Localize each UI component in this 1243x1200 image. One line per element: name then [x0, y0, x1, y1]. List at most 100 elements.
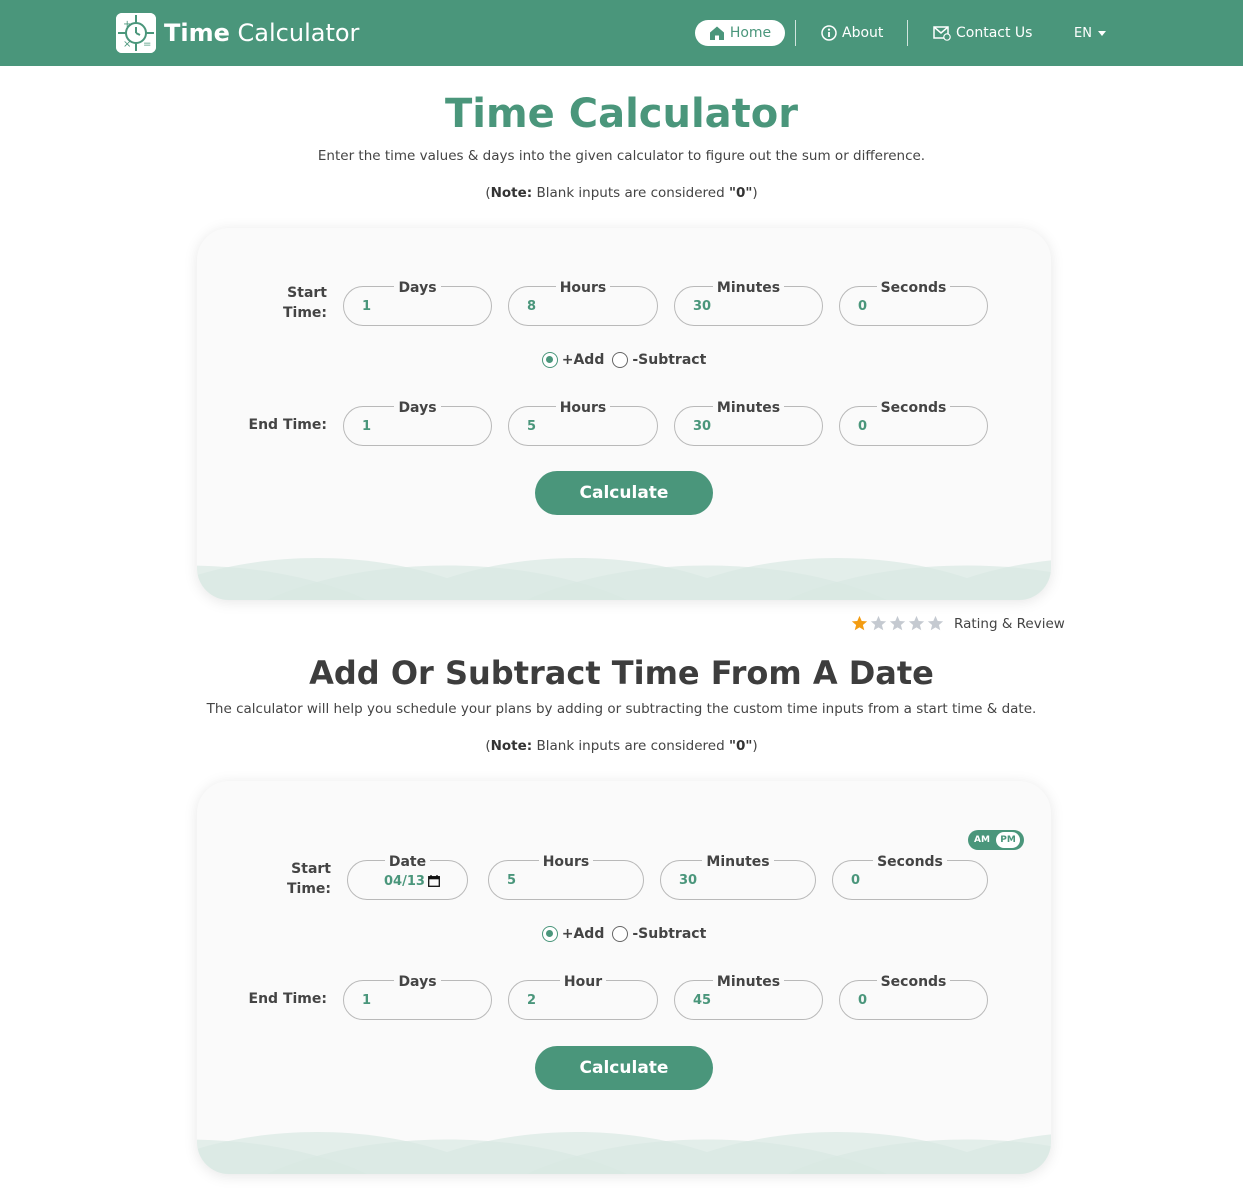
- end-days-input[interactable]: [344, 407, 491, 445]
- caret-down-icon: [1097, 30, 1106, 36]
- start-time-label-line1: Start: [291, 861, 331, 877]
- end-seconds-input[interactable]: [840, 407, 987, 445]
- add-radio[interactable]: +Add: [541, 352, 604, 368]
- decorative-waves: [197, 1132, 1051, 1174]
- home-icon: [709, 26, 724, 40]
- start-hours-input[interactable]: [509, 287, 657, 325]
- calendar-icon[interactable]: [427, 875, 440, 887]
- note-value: "0": [728, 738, 753, 754]
- start-seconds-input[interactable]: [833, 861, 987, 899]
- start-date-value: 04/13: [384, 873, 425, 889]
- radio-checked-icon: [541, 926, 558, 942]
- top-navbar: + × = Time Calculator Home About Contact…: [0, 0, 1243, 66]
- nav-divider: [795, 20, 796, 46]
- end-hours-input[interactable]: [509, 407, 657, 445]
- blank-inputs-note: (Note: Blank inputs are considered "0"): [485, 185, 758, 201]
- add-radio[interactable]: +Add: [541, 926, 605, 942]
- start-time-label-line2: Time:: [282, 305, 327, 321]
- end-hour-input[interactable]: [509, 981, 657, 1019]
- nav-home-label: Home: [729, 25, 772, 41]
- start-date-field[interactable]: Date 04/13: [347, 854, 468, 901]
- star-empty-icon[interactable]: [870, 615, 887, 632]
- star-empty-icon[interactable]: [889, 615, 906, 632]
- note-text: Blank inputs are considered: [536, 738, 725, 754]
- decorative-waves: [197, 558, 1051, 600]
- end-seconds-field[interactable]: Seconds: [839, 400, 988, 446]
- start-hours-input[interactable]: [489, 861, 643, 899]
- section-title: Add Or Subtract Time From A Date: [309, 654, 934, 692]
- start-hours-field[interactable]: Hours: [488, 854, 644, 900]
- brand-name-bold: Time: [164, 19, 230, 47]
- end-hour-field[interactable]: Hour: [508, 974, 658, 1020]
- brand[interactable]: + × = Time Calculator: [116, 13, 359, 53]
- mail-icon: [933, 26, 951, 41]
- nav-about-label: About: [842, 25, 884, 41]
- note-value: "0": [728, 185, 753, 201]
- subtract-radio[interactable]: -Subtract: [612, 352, 706, 368]
- rating-review-link[interactable]: Rating & Review: [954, 616, 1065, 632]
- radio-unchecked-icon: [612, 352, 629, 368]
- end-seconds-field[interactable]: Seconds: [839, 974, 988, 1020]
- date-time-calculator-card: AM PM Start Time: Date 04/13 Hours Minut…: [197, 781, 1051, 1174]
- nav-contact-label: Contact Us: [956, 25, 1033, 41]
- end-minutes-field[interactable]: Minutes: [674, 400, 823, 446]
- operation-radio-group: +Add -Subtract: [197, 926, 1051, 942]
- calculator-clock-logo-icon: + × =: [116, 13, 156, 53]
- radio-checked-icon: [541, 352, 558, 368]
- start-time-label-line2: Time:: [286, 881, 331, 897]
- nav-contact-link[interactable]: Contact Us: [933, 20, 1032, 46]
- start-date-input[interactable]: 04/13: [384, 861, 440, 901]
- star-filled-icon[interactable]: [851, 615, 868, 632]
- am-option[interactable]: AM: [970, 835, 994, 845]
- start-time-label-line1: Start: [287, 285, 327, 301]
- info-icon: [821, 25, 837, 41]
- nav-about-link[interactable]: About: [821, 20, 883, 46]
- page-title: Time Calculator: [444, 91, 798, 137]
- nav-divider: [907, 20, 908, 46]
- note-text: Blank inputs are considered: [536, 185, 725, 201]
- end-days-input[interactable]: [344, 981, 491, 1019]
- star-empty-icon[interactable]: [908, 615, 925, 632]
- calculate-button[interactable]: Calculate: [535, 471, 713, 515]
- end-minutes-input[interactable]: [675, 981, 822, 1019]
- start-days-field[interactable]: Days: [343, 280, 492, 326]
- end-time-label: End Time:: [248, 417, 327, 433]
- end-seconds-input[interactable]: [840, 981, 987, 1019]
- start-time-label: Start Time:: [261, 859, 331, 899]
- end-days-field[interactable]: Days: [343, 400, 492, 446]
- note-label: Note:: [490, 738, 533, 754]
- note-label: Note:: [490, 185, 533, 201]
- section-subtitle: The calculator will help you schedule yo…: [206, 701, 1037, 717]
- add-radio-label: +Add: [561, 926, 605, 942]
- blank-inputs-note: (Note: Blank inputs are considered "0"): [485, 738, 758, 754]
- start-minutes-field[interactable]: Minutes: [660, 854, 816, 900]
- subtract-radio-label: -Subtract: [632, 352, 707, 368]
- end-minutes-field[interactable]: Minutes: [674, 974, 823, 1020]
- start-seconds-field[interactable]: Seconds: [832, 854, 988, 900]
- time-calculator-card: Start Time: Days Hours Minutes Seconds +…: [197, 228, 1051, 600]
- start-seconds-field[interactable]: Seconds: [839, 280, 988, 326]
- page-subtitle: Enter the time values & days into the gi…: [317, 148, 926, 164]
- start-minutes-field[interactable]: Minutes: [674, 280, 823, 326]
- start-seconds-input[interactable]: [840, 287, 987, 325]
- end-hours-field[interactable]: Hours: [508, 400, 658, 446]
- star-empty-icon[interactable]: [927, 615, 944, 632]
- brand-name: Time Calculator: [164, 13, 359, 53]
- pm-option[interactable]: PM: [996, 832, 1020, 848]
- end-minutes-input[interactable]: [675, 407, 822, 445]
- end-days-field[interactable]: Days: [343, 974, 492, 1020]
- start-minutes-input[interactable]: [675, 287, 822, 325]
- end-time-label: End Time:: [248, 991, 327, 1007]
- subtract-radio[interactable]: -Subtract: [612, 926, 706, 942]
- operation-radio-group: +Add -Subtract: [197, 352, 1051, 368]
- calculate-button[interactable]: Calculate: [535, 1046, 713, 1090]
- language-dropdown[interactable]: EN: [1074, 20, 1106, 46]
- rating-widget: Rating & Review: [851, 615, 1065, 632]
- am-pm-toggle[interactable]: AM PM: [968, 830, 1024, 850]
- start-days-input[interactable]: [344, 287, 491, 325]
- start-minutes-input[interactable]: [661, 861, 815, 899]
- language-label: EN: [1074, 25, 1092, 41]
- brand-name-rest: Calculator: [237, 19, 360, 47]
- nav-home-link[interactable]: Home: [695, 20, 785, 46]
- start-hours-field[interactable]: Hours: [508, 280, 658, 326]
